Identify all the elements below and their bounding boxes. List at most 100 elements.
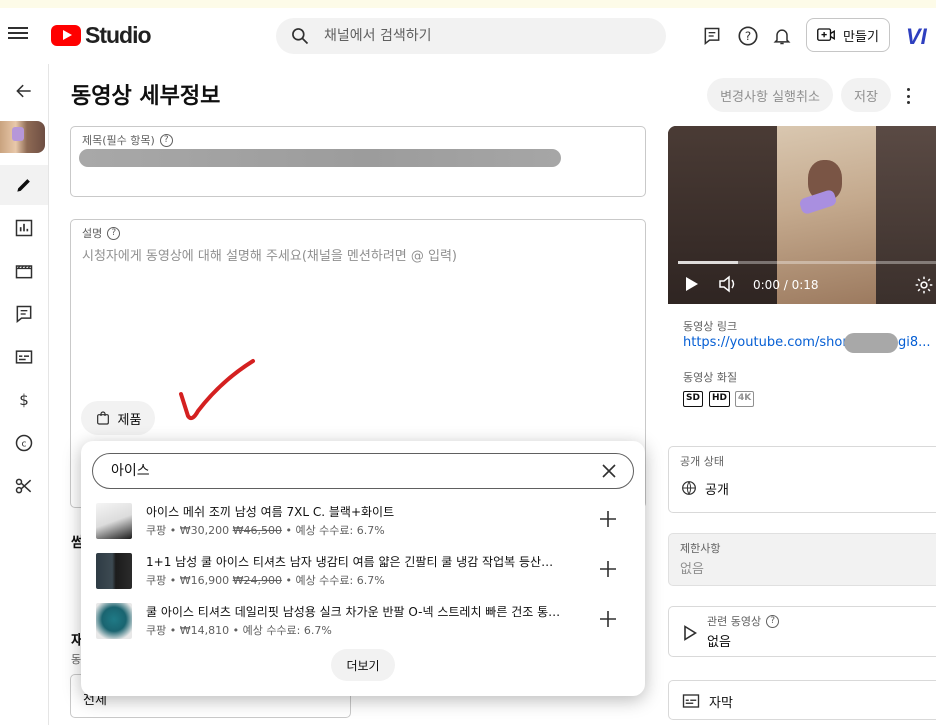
product-meta: 쿠팡 • ₩30,200 ₩46,500 • 예상 수수료: 6.7% [146,522,385,538]
analytics-icon [15,219,33,237]
top-header: Studio ? 만들기 VI [0,8,936,64]
description-label-row: 설명 ? [82,225,121,241]
quality-badge-hd: HD [709,391,731,407]
sidebar-item-clips[interactable] [0,466,48,506]
product-commission: • 예상 수수료: 6.7% [281,524,385,537]
product-original-price: ₩46,500 [232,524,282,537]
pencil-icon [17,179,30,192]
back-arrow-icon[interactable] [0,71,48,111]
add-video-icon [817,28,835,41]
video-quality-label: 동영상 화질 [683,371,738,384]
product-price: 쿠팡 • ₩30,200 [146,524,233,537]
feedback-icon[interactable] [700,24,724,48]
product-row[interactable]: 아이스 메쉬 조끼 남성 여름 7XL C. 블랙+화이트 쿠팡 • ₩30,2… [96,501,630,545]
product-search-box[interactable] [92,453,634,489]
redacted-link-part [844,333,898,353]
sidebar-item-subtitles[interactable] [0,337,48,377]
product-commission: • 예상 수수료: 6.7% [232,624,332,637]
video-link-tail[interactable]: gi8... [898,335,931,350]
studio-logo[interactable]: Studio [51,22,152,49]
volume-icon[interactable] [718,275,738,293]
help-icon[interactable]: ? [736,24,760,48]
video-preview[interactable]: 0:00 / 0:18 [668,126,936,304]
product-chip-button[interactable]: 제품 [81,401,155,435]
play-outline-icon [684,625,697,641]
sidebar-item-details[interactable] [0,165,48,205]
search-icon [292,28,309,45]
video-time: 0:00 / 0:18 [753,278,819,292]
related-video-box[interactable]: 관련 동영상 ? 없음 [668,606,936,657]
red-checkmark-annotation [179,359,255,421]
youtube-logo-icon [51,25,81,46]
help-icon[interactable]: ? [107,226,121,240]
product-thumbnail [96,503,132,539]
playlist-help-fragment: 동 [71,653,82,666]
title-field-label: 제목(필수 항목) [82,134,155,147]
subtitles-box[interactable]: 자막 [668,680,936,720]
product-meta: 쿠팡 • ₩16,900 ₩24,900 • 예상 수수료: 6.7% [146,572,385,588]
title-field-label-row: 제목(필수 항목) ? [82,132,173,148]
add-product-icon[interactable] [598,509,618,529]
copyright-icon: c [15,434,33,452]
product-thumbnail [96,553,132,589]
product-thumbnail [96,603,132,639]
product-price: 쿠팡 • ₩16,900 [146,574,233,587]
description-field-label: 설명 [82,227,103,240]
close-icon[interactable] [601,463,617,479]
related-video-label-row: 관련 동영상 ? [707,613,780,629]
product-search-input[interactable] [109,461,569,479]
product-row[interactable]: 쿨 아이스 티셔츠 데일리핏 남성용 실크 차가운 반팔 O-넥 스트레치 빠른… [96,601,630,645]
restrictions-box: 제한사항 없음 [668,533,936,586]
notifications-bell-icon[interactable] [770,24,794,48]
related-video-label: 관련 동영상 [707,615,762,628]
play-icon[interactable] [684,275,700,293]
settings-gear-icon[interactable] [914,275,934,295]
product-row[interactable]: 1+1 남성 쿨 아이스 티셔츠 남자 냉감티 여름 얇은 긴팔티 쿨 냉감 작… [96,551,630,595]
scissors-icon [15,478,32,494]
help-icon[interactable]: ? [766,614,780,628]
create-button-label: 만들기 [843,29,879,45]
visibility-box[interactable]: 공개 상태 공개 [668,446,936,513]
product-commission: • 예상 수수료: 6.7% [281,574,385,587]
logo-text: Studio [85,22,152,48]
more-options-icon[interactable] [898,86,918,106]
top-strip [0,0,936,8]
title-field[interactable]: 제목(필수 항목) ? [70,126,646,197]
create-button[interactable]: 만들기 [806,18,890,52]
menu-icon[interactable] [8,24,28,44]
svg-text:$: $ [19,391,29,409]
help-icon[interactable]: ? [159,133,173,147]
quality-badge-4k: 4K [735,391,755,407]
add-product-icon[interactable] [598,559,618,579]
show-more-button[interactable]: 더보기 [331,649,395,681]
video-thumbnail-mini[interactable] [0,121,45,153]
svg-text:c: c [21,438,26,449]
page-title: 동영상 세부정보 [71,84,221,109]
undo-changes-button[interactable]: 변경사항 실행취소 [707,78,833,112]
save-button[interactable]: 저장 [841,78,891,112]
comment-icon [16,305,32,324]
channel-search-box[interactable] [276,18,666,54]
sidebar-item-editor[interactable] [0,251,48,291]
sidebar-item-comments[interactable] [0,294,48,334]
description-placeholder: 시청자에게 동영상에 대해 설명해 주세요(채널을 멘션하려면 @ 입력) [82,249,457,264]
product-price: 쿠팡 • ₩14,810 [146,624,233,637]
quality-badge-sd: SD [683,391,703,407]
add-product-icon[interactable] [598,609,618,629]
account-avatar[interactable]: VI [906,24,927,50]
product-chip-label: 제품 [117,412,142,428]
search-input[interactable] [322,27,642,45]
left-sidebar: $ c [0,64,49,725]
globe-icon [682,481,696,495]
sidebar-item-copyright[interactable]: c [0,423,48,463]
sidebar-item-monetization[interactable]: $ [0,380,48,420]
sidebar-item-analytics[interactable] [0,208,48,248]
redacted-title [79,149,561,167]
related-video-value: 없음 [707,635,731,650]
video-link-label: 동영상 링크 [683,320,738,333]
subtitles-icon [15,350,33,364]
video-progress-bar[interactable] [678,261,936,264]
shopping-bag-icon [96,411,109,425]
video-link[interactable]: https://youtube.com/shorts [683,335,860,350]
visibility-value: 공개 [705,483,729,498]
